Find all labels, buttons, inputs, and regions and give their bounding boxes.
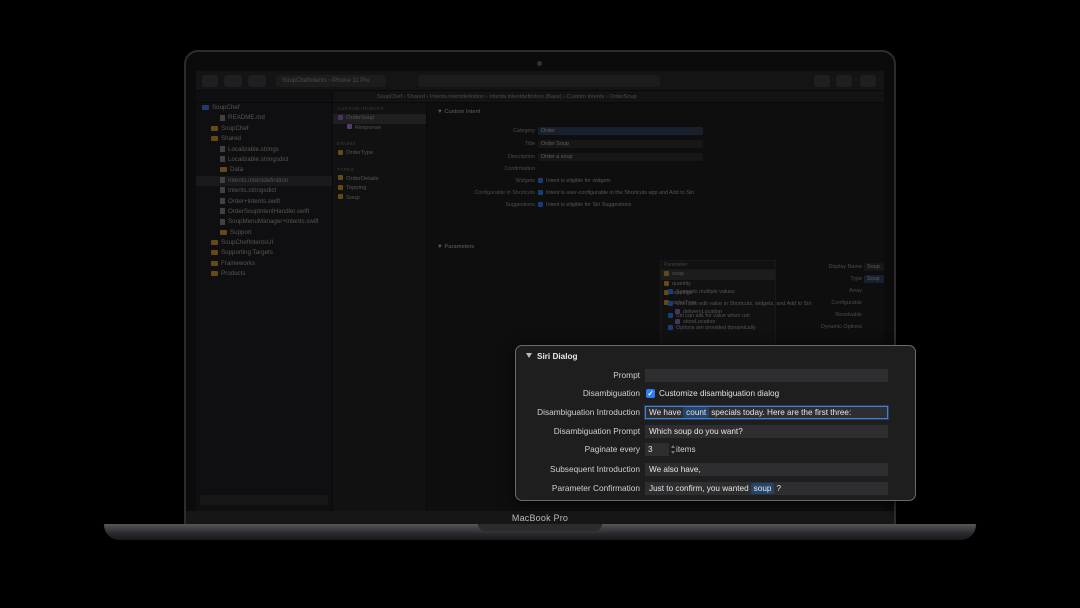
disclosure-triangle-icon[interactable]	[526, 353, 532, 359]
disambiguation-introduction-field[interactable]: We have count specials today. Here are the…	[645, 406, 888, 419]
camera-icon	[537, 61, 542, 66]
parameter-confirmation-row: Parameter Confirmation Just to confirm, …	[516, 481, 917, 496]
laptop-hinge-notch	[478, 524, 602, 531]
paginate-row: Paginate every 3 items	[516, 442, 917, 457]
count-variable-token[interactable]: count	[683, 407, 710, 418]
subsequent-introduction-row: Subsequent Introduction We also have,	[516, 462, 917, 477]
paginate-label: Paginate every	[584, 444, 640, 454]
prompt-field[interactable]	[645, 369, 888, 382]
disambiguation-introduction-label: Disambiguation Introduction	[537, 407, 640, 417]
disambiguation-checkbox-label[interactable]: Customize disambiguation dialog	[659, 386, 779, 401]
disambiguation-row: Disambiguation ✓ Customize disambiguatio…	[516, 386, 917, 401]
soup-variable-token[interactable]: soup	[750, 483, 775, 494]
parameter-confirmation-label: Parameter Confirmation	[551, 483, 640, 493]
disambiguation-prompt-field[interactable]: Which soup do you want?	[645, 425, 888, 438]
disambiguation-prompt-row: Disambiguation Prompt Which soup do you …	[516, 424, 917, 439]
paginate-unit-label: items	[676, 445, 696, 454]
disambiguation-introduction-row: Disambiguation Introduction We have count…	[516, 405, 917, 420]
parameter-confirmation-field[interactable]: Just to confirm, you wanted soup?	[645, 482, 888, 495]
disambiguation-checkbox[interactable]: ✓	[646, 389, 655, 398]
subsequent-introduction-label: Subsequent Introduction	[550, 464, 640, 474]
siri-dialog-header[interactable]: Siri Dialog	[526, 352, 578, 361]
prompt-label: Prompt	[613, 370, 640, 380]
disambiguation-prompt-label: Disambiguation Prompt	[553, 426, 640, 436]
disambiguation-label: Disambiguation	[582, 388, 640, 398]
prompt-row: Prompt	[516, 368, 917, 383]
paginate-count-field[interactable]: 3	[645, 443, 669, 456]
subsequent-introduction-field[interactable]: We also have,	[645, 463, 888, 476]
siri-dialog-panel: Siri Dialog Prompt Disambiguation ✓ Cust…	[515, 345, 916, 501]
